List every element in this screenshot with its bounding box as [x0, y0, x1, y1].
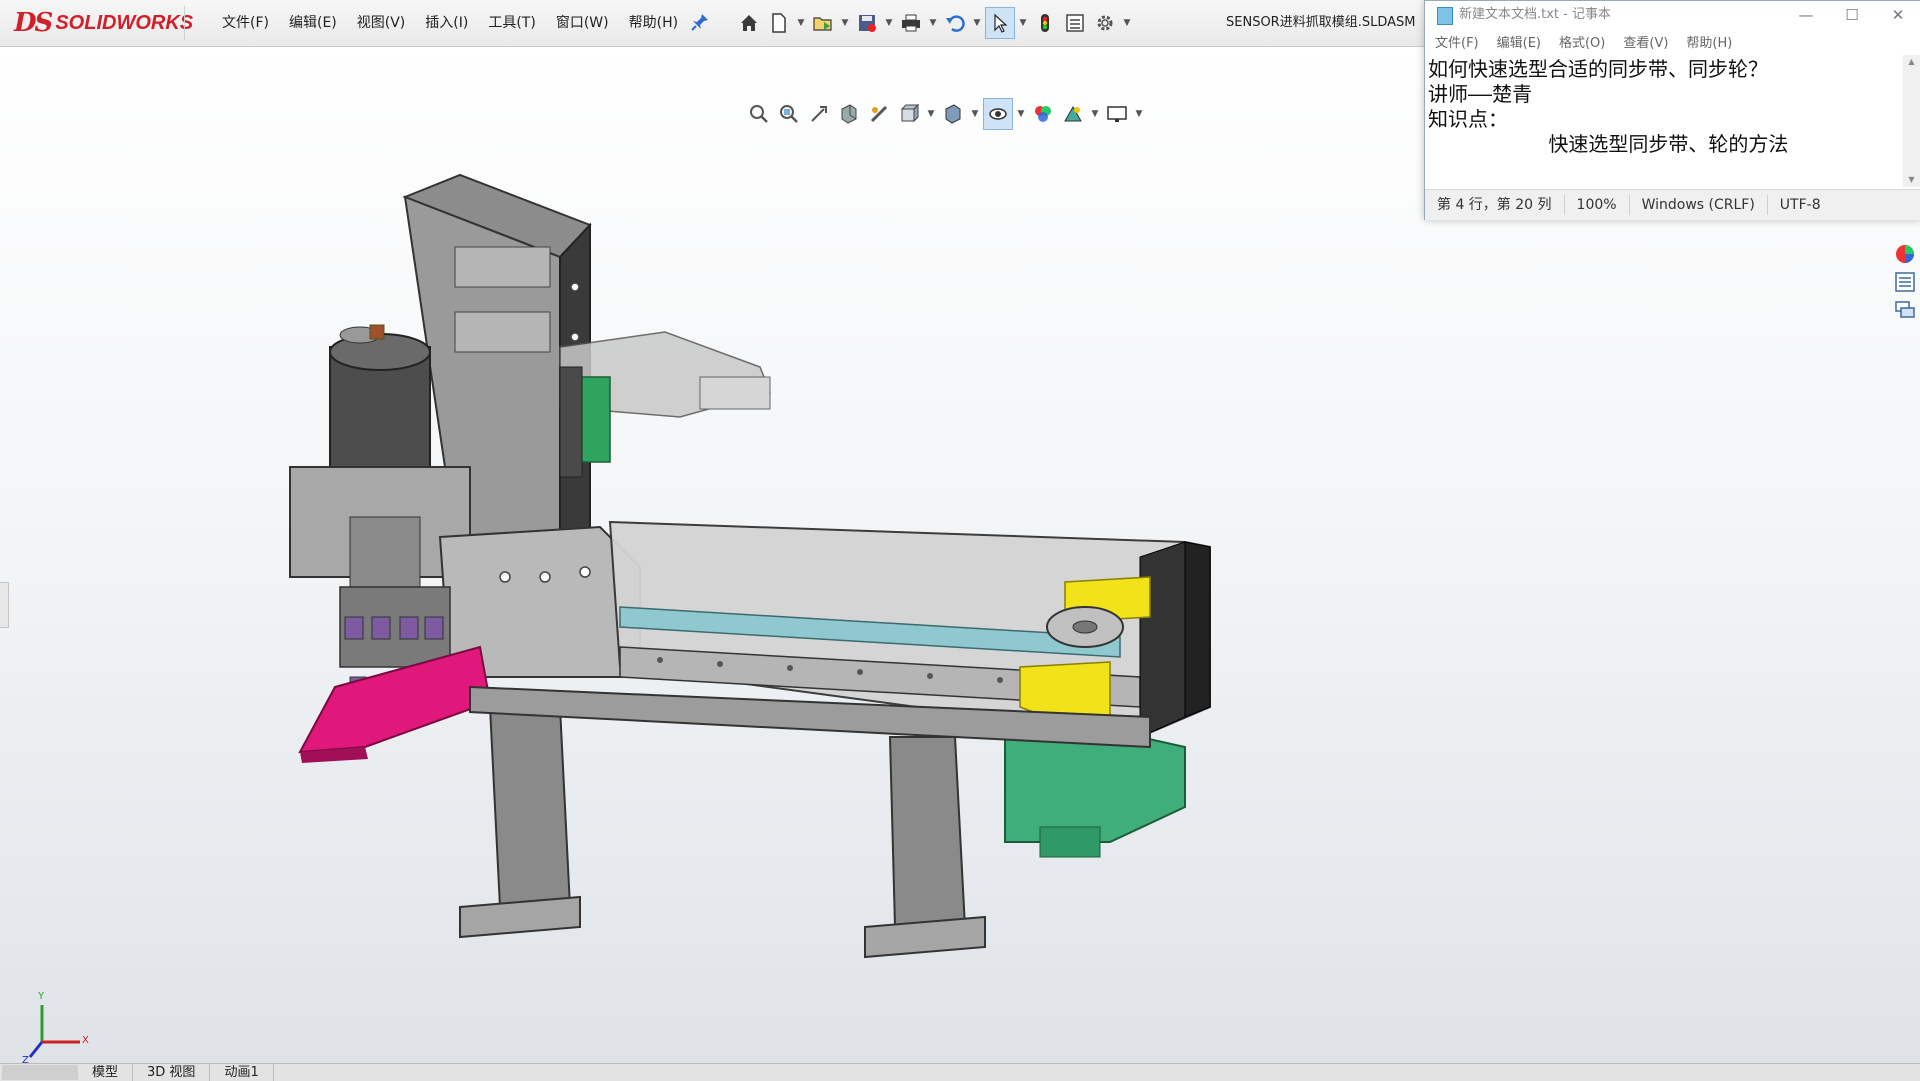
notepad-window[interactable]: 新建文本文档.txt - 记事本 — ☐ ✕ 文件(F) 编辑(E) 格式(O)… [1424, 0, 1920, 220]
triad-y-label: Y [38, 991, 45, 1002]
file-properties-icon[interactable] [1061, 8, 1089, 38]
pulley-hub [1072, 620, 1098, 634]
z-axis-icon [28, 1041, 44, 1058]
triad-x-label: X [82, 1035, 89, 1046]
select-icon[interactable] [985, 7, 1015, 39]
notepad-menu-help[interactable]: 帮助(H) [1676, 32, 1740, 51]
standard-toolbar: ▼ ▼ ▼ ▼ ▼ ▼ ▼ [735, 6, 1133, 40]
notepad-titlebar[interactable]: 新建文本文档.txt - 记事本 — ☐ ✕ [1425, 1, 1920, 29]
options-icon[interactable] [1091, 8, 1119, 38]
chevron-down-icon[interactable]: ▼ [1017, 8, 1029, 38]
logo-wordmark: SOLIDWORKS [55, 11, 194, 34]
frame-rib-1 [454, 246, 551, 288]
menu-insert[interactable]: 插入(I) [415, 0, 478, 46]
left-leg [488, 706, 572, 908]
tray-fingers [699, 376, 771, 410]
home-icon[interactable] [735, 8, 763, 38]
menu-edit[interactable]: 编辑(E) [279, 0, 347, 46]
notepad-menu-file[interactable]: 文件(F) [1425, 32, 1487, 51]
status-line-ending: Windows (CRLF) [1630, 195, 1768, 215]
maximize-icon[interactable]: ☐ [1829, 1, 1875, 29]
notepad-menu-format[interactable]: 格式(O) [1549, 32, 1613, 51]
notepad-text-area[interactable]: 如何快速选型合适的同步带、同步轮？ 讲师——楚青 知识点： 快速选型同步带、轮的方法 [1428, 57, 1898, 187]
solidworks-logo[interactable]: DS SOLIDWORKS [14, 8, 193, 38]
coupling-housing [349, 516, 421, 588]
document-title: SENSOR进料抓取模组.SLDASM [1226, 15, 1416, 30]
chevron-down-icon[interactable]: ▼ [839, 8, 851, 38]
menu-window[interactable]: 窗口(W) [546, 0, 619, 46]
text-line: 快速选型同步带、轮的方法 [1428, 132, 1789, 156]
close-icon[interactable]: ✕ [1875, 1, 1920, 29]
design-library-icon[interactable] [1894, 271, 1916, 293]
tab-3d-views[interactable]: 3D 视图 [133, 1064, 211, 1081]
save-icon[interactable] [853, 8, 881, 38]
bottom-tab-bar: 模型 3D 视图 动画1 [0, 1063, 1920, 1081]
text-line: 讲师——楚青 [1428, 82, 1533, 106]
motor-connector [1039, 826, 1101, 858]
frame-rib-2 [454, 311, 551, 353]
logo-separator [184, 6, 185, 40]
motor-sensor [369, 324, 385, 340]
green-drive-motor [1004, 736, 1186, 843]
notepad-vertical-scrollbar[interactable]: ▲ ▼ [1903, 55, 1920, 187]
status-encoding: UTF-8 [1779, 197, 1821, 213]
tab-model[interactable]: 模型 [78, 1064, 134, 1081]
main-menu-bar: 文件(F) 编辑(E) 视图(V) 插入(I) 工具(T) 窗口(W) 帮助(H… [212, 0, 688, 46]
new-document-icon[interactable] [765, 8, 793, 38]
chevron-down-icon[interactable]: ▼ [971, 8, 983, 38]
module-end-cap [1184, 541, 1211, 718]
pin-menu-icon[interactable] [690, 12, 710, 32]
module-end-plate [1139, 541, 1186, 738]
pcb-mount [559, 366, 583, 478]
right-foot [864, 915, 986, 959]
rebuild-icon[interactable] [1031, 8, 1059, 38]
triad-z-label: Z [22, 1055, 29, 1063]
reference-triad: Y X Z [22, 991, 92, 1063]
scroll-down-icon[interactable]: ▼ [1903, 173, 1920, 187]
open-icon[interactable] [809, 8, 837, 38]
tab-scroll-arrows[interactable] [2, 1065, 78, 1080]
chevron-down-icon[interactable]: ▼ [795, 8, 807, 38]
chevron-down-icon[interactable]: ▼ [1121, 8, 1133, 38]
notepad-menu-view[interactable]: 查看(V) [1613, 32, 1676, 51]
menu-tools[interactable]: 工具(T) [478, 0, 545, 46]
notepad-status-bar: 第 4 行，第 20 列 100% Windows (CRLF) UTF-8 [1425, 189, 1920, 220]
menu-view[interactable]: 视图(V) [347, 0, 416, 46]
menu-help[interactable]: 帮助(H) [619, 0, 688, 46]
status-zoom: 100% [1565, 195, 1630, 215]
green-connector-board [579, 376, 611, 463]
chevron-down-icon[interactable]: ▼ [927, 8, 939, 38]
right-leg [888, 736, 967, 928]
undo-icon[interactable] [941, 8, 969, 38]
scroll-up-icon[interactable]: ▲ [1903, 55, 1920, 69]
left-foot [459, 895, 581, 939]
minimize-icon[interactable]: — [1783, 1, 1829, 29]
text-line: 知识点： [1428, 107, 1508, 131]
notepad-menu-edit[interactable]: 编辑(E) [1487, 32, 1549, 51]
notepad-title: 新建文本文档.txt - 记事本 [1459, 7, 1611, 22]
forum-icon[interactable] [1894, 299, 1916, 321]
print-icon[interactable] [897, 8, 925, 38]
appearances-icon[interactable] [1894, 243, 1916, 265]
menu-file[interactable]: 文件(F) [212, 0, 279, 46]
text-line: 如何快速选型合适的同步带、同步轮？ [1428, 57, 1768, 81]
status-cursor-position: 第 4 行，第 20 列 [1425, 195, 1565, 215]
chevron-down-icon[interactable]: ▼ [883, 8, 895, 38]
task-pane [1890, 243, 1920, 363]
tab-animation1[interactable]: 动画1 [210, 1064, 274, 1081]
logo-ds-mark: DS [14, 8, 53, 38]
notepad-menu-bar: 文件(F) 编辑(E) 格式(O) 查看(V) 帮助(H) [1425, 29, 1920, 53]
notepad-icon [1437, 7, 1453, 25]
